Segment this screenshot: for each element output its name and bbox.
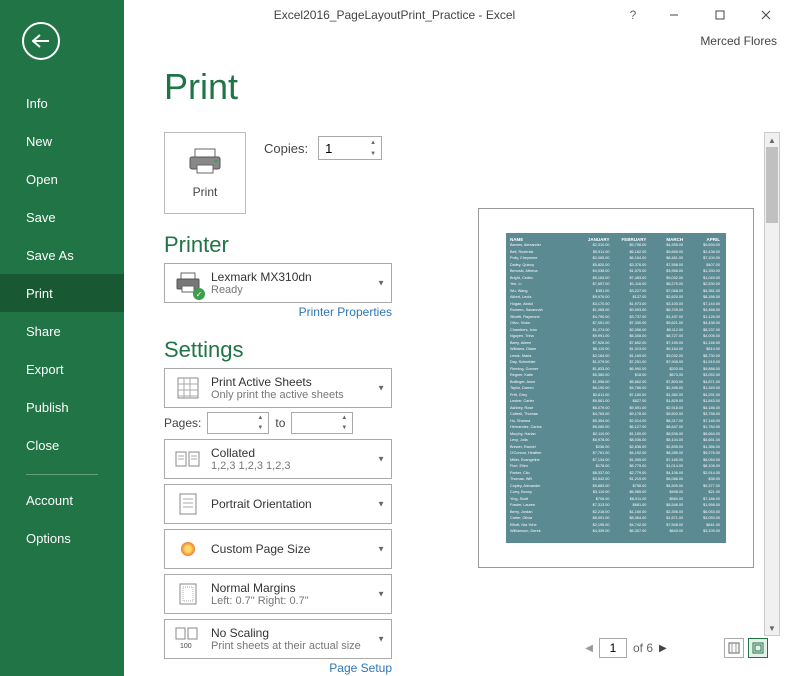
print-button[interactable]: Print	[164, 132, 246, 214]
page-setup-link[interactable]: Page Setup	[164, 661, 392, 675]
help-button[interactable]: ?	[615, 0, 651, 30]
chevron-down-icon: ▼	[377, 545, 385, 554]
prev-page-button[interactable]: ◀	[585, 643, 593, 654]
sidebar-item-close[interactable]: Close	[0, 426, 124, 464]
maximize-button[interactable]	[697, 0, 743, 30]
spinner-up-icon[interactable]: ▲	[252, 413, 268, 423]
sidebar-item-options[interactable]: Options	[0, 519, 124, 557]
page-size-dropdown[interactable]: Custom Page Size ▼	[164, 529, 392, 569]
user-name[interactable]: Merced Flores	[700, 34, 777, 48]
sidebar-item-save[interactable]: Save	[0, 198, 124, 236]
printer-properties-link[interactable]: Printer Properties	[164, 305, 392, 319]
close-button[interactable]	[743, 0, 789, 30]
preview-page: NAMEJANUARYFEBRUARYMARCHAPRILBarnes, Ale…	[478, 208, 754, 568]
print-preview: ▲ ▼ NAMEJANUARYFEBRUARYMARCHAPRILBarnes,…	[444, 130, 784, 660]
preview-sheet-content: NAMEJANUARYFEBRUARYMARCHAPRILBarnes, Ale…	[506, 233, 726, 543]
sidebar-item-export[interactable]: Export	[0, 350, 124, 388]
sidebar-item-share[interactable]: Share	[0, 312, 124, 350]
margins-dropdown[interactable]: Normal Margins Left: 0.7" Right: 0.7" ▼	[164, 574, 392, 614]
preview-scrollbar[interactable]: ▲ ▼	[764, 132, 780, 636]
zoom-page-icon	[752, 642, 764, 654]
app-title: Excel2016_PageLayoutPrint_Practice - Exc…	[274, 8, 515, 22]
printer-icon	[187, 147, 223, 175]
scaling-icon: 100	[175, 627, 201, 651]
minimize-button[interactable]	[651, 0, 697, 30]
scroll-down-icon[interactable]: ▼	[765, 621, 779, 635]
maximize-icon	[715, 10, 725, 20]
spinner-up-icon[interactable]: ▲	[365, 137, 381, 148]
sidebar-item-print[interactable]: Print	[0, 274, 124, 312]
print-tile-label: Print	[193, 185, 218, 199]
table-row: Williamson, Derek$4,339.00$6,307.00$643.…	[510, 528, 722, 535]
back-arrow-icon	[32, 34, 50, 48]
close-icon	[761, 10, 771, 20]
spinner-down-icon[interactable]: ▼	[336, 423, 352, 433]
chevron-down-icon: ▼	[377, 384, 385, 393]
backstage-sidebar: InfoNewOpenSaveSave AsPrintShareExportPu…	[0, 0, 124, 676]
pages-from-spinner[interactable]: ▲▼	[207, 412, 269, 434]
spinner-up-icon[interactable]: ▲	[336, 413, 352, 423]
zoom-to-page-button[interactable]	[748, 638, 768, 658]
back-button[interactable]	[22, 22, 60, 60]
chevron-down-icon: ▼	[377, 635, 385, 644]
show-margins-button[interactable]	[724, 638, 744, 658]
sidebar-item-save-as[interactable]: Save As	[0, 236, 124, 274]
printer-status: Ready	[211, 284, 383, 296]
sidebar-item-new[interactable]: New	[0, 122, 124, 160]
custom-size-icon	[181, 542, 195, 556]
sidebar-item-publish[interactable]: Publish	[0, 388, 124, 426]
pages-to-spinner[interactable]: ▲▼	[291, 412, 353, 434]
print-area-dropdown[interactable]: Print Active Sheets Only print the activ…	[164, 368, 392, 408]
copies-label: Copies:	[264, 141, 308, 156]
printer-ready-badge-icon: ✓	[193, 288, 205, 300]
chevron-down-icon: ▼	[377, 455, 385, 464]
spinner-down-icon[interactable]: ▼	[365, 148, 381, 159]
scaling-dropdown[interactable]: 100 No Scaling Print sheets at their act…	[164, 619, 392, 659]
minimize-icon	[669, 10, 679, 20]
current-page-input[interactable]	[599, 638, 627, 658]
copies-value: 1	[325, 141, 332, 156]
spinner-down-icon[interactable]: ▼	[252, 423, 268, 433]
orientation-dropdown[interactable]: Portrait Orientation ▼	[164, 484, 392, 524]
sidebar-item-account[interactable]: Account	[0, 481, 124, 519]
sidebar-item-open[interactable]: Open	[0, 160, 124, 198]
portrait-icon	[178, 492, 198, 516]
chevron-down-icon: ▼	[377, 279, 385, 288]
next-page-button[interactable]: ▶	[659, 643, 667, 654]
to-label: to	[275, 416, 285, 430]
collate-dropdown[interactable]: Collated 1,2,3 1,2,3 1,2,3 ▼	[164, 439, 392, 479]
sidebar-divider	[26, 474, 98, 475]
scroll-up-icon[interactable]: ▲	[765, 133, 779, 147]
margins-icon	[178, 582, 198, 606]
chevron-down-icon: ▼	[377, 500, 385, 509]
margins-toggle-icon	[728, 642, 740, 654]
chevron-down-icon: ▼	[377, 590, 385, 599]
sidebar-item-info[interactable]: Info	[0, 84, 124, 122]
copies-spinner[interactable]: 1 ▲▼	[318, 136, 382, 160]
printer-name: Lexmark MX310dn	[211, 270, 383, 284]
window-controls: ?	[615, 0, 789, 30]
sheet-icon	[176, 376, 200, 400]
svg-text:100: 100	[180, 643, 192, 650]
printer-dropdown[interactable]: ✓ Lexmark MX310dn Ready ▼	[164, 263, 392, 303]
page-title: Print	[164, 66, 789, 108]
total-pages-label: of 6	[633, 641, 653, 655]
collate-icon	[175, 448, 201, 470]
pages-label: Pages:	[164, 416, 201, 430]
scrollbar-thumb[interactable]	[766, 147, 778, 223]
